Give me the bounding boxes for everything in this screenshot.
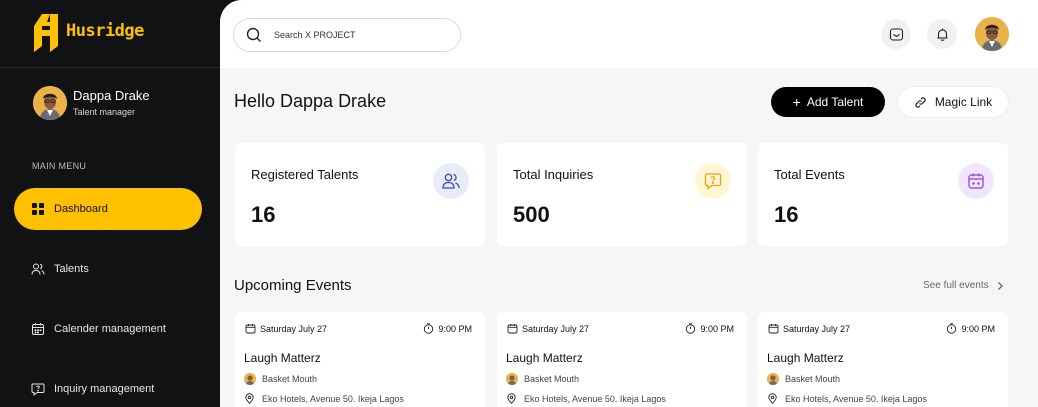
- event-date: Saturday July 27: [260, 323, 328, 334]
- sidebar-item-label: Calender management: [54, 323, 166, 335]
- page-title: Hello Dappa Drake: [234, 91, 387, 111]
- sidebar-item-calendar[interactable]: Calender management: [14, 308, 202, 350]
- section-title: Upcoming Events: [234, 277, 352, 294]
- sidebar-item-talents[interactable]: Talents: [14, 248, 202, 290]
- event-location: Eko Hotels, Avenue 50. Ikeja Lagos: [785, 393, 927, 404]
- stat-label: Registered Talents: [251, 167, 359, 182]
- location-pin-icon: [245, 393, 254, 404]
- clock-icon: [424, 323, 434, 334]
- stat-label: Total Events: [774, 167, 845, 182]
- artist-avatar: [244, 373, 256, 385]
- profile-role: Talent manager: [73, 107, 136, 117]
- calendar-icon: [768, 324, 779, 334]
- husridge-logo-icon: [34, 14, 58, 52]
- stat-card-total-events[interactable]: Total Events 16: [758, 143, 1008, 246]
- stat-card-registered-talents[interactable]: Registered Talents 16: [235, 143, 485, 246]
- user-profile[interactable]: Dappa Drake Talent manager: [33, 86, 150, 120]
- chat-question-icon: [31, 382, 45, 396]
- sidebar: Husridge Dappa Drake Talent manager MAIN…: [0, 0, 220, 407]
- clock-icon: [947, 323, 957, 334]
- brand-name: Husridge: [66, 21, 144, 41]
- sidebar-item-label: Inquiry management: [54, 383, 155, 395]
- event-date: Saturday July 27: [783, 323, 851, 334]
- avatar[interactable]: [975, 17, 1009, 51]
- brand-logo[interactable]: Husridge: [30, 12, 144, 56]
- search-icon: [246, 27, 261, 42]
- bell-icon: [937, 28, 947, 41]
- event-date: Saturday July 27: [522, 323, 590, 334]
- search-bar[interactable]: [233, 18, 461, 52]
- event-artist: Basket Mouth: [785, 374, 841, 384]
- event-artist: Basket Mouth: [262, 374, 318, 384]
- magic-link-button[interactable]: Magic Link: [897, 86, 1009, 118]
- main-content: Hello Dappa Drake + Add Talent Magic Lin…: [220, 0, 1038, 407]
- menu-heading: MAIN MENU: [32, 161, 87, 171]
- inbox-button[interactable]: [881, 19, 911, 49]
- app-frame: Husridge Dappa Drake Talent manager MAIN…: [0, 0, 1038, 407]
- sidebar-item-dashboard[interactable]: Dashboard: [14, 188, 202, 230]
- calendar-icon: [31, 322, 45, 336]
- location-pin-icon: [507, 393, 516, 404]
- link-icon: [915, 96, 926, 108]
- see-full-events-link[interactable]: See full events: [923, 280, 1005, 291]
- event-time: 9:00 PM: [961, 323, 995, 334]
- stat-card-total-inquiries[interactable]: Total Inquiries 500: [497, 143, 747, 246]
- stat-value: 16: [251, 202, 276, 227]
- stat-value: 16: [774, 202, 799, 227]
- stat-value: 500: [513, 202, 550, 227]
- event-title: Laugh Matterz: [506, 351, 583, 365]
- chevron-right-icon: [997, 281, 1003, 290]
- sidebar-item-inquiry[interactable]: Inquiry management: [14, 368, 202, 407]
- top-bar: [220, 0, 1038, 68]
- artist-avatar: [506, 373, 518, 385]
- sidebar-item-label: Dashboard: [54, 203, 108, 215]
- clock-icon: [686, 323, 696, 334]
- sidebar-divider: [0, 67, 220, 68]
- event-card[interactable]: Saturday July 27 9:00 PM Laugh Matterz B…: [497, 312, 747, 407]
- location-pin-icon: [768, 393, 777, 404]
- users-icon: [433, 163, 469, 199]
- stat-label: Total Inquiries: [513, 167, 594, 182]
- event-card[interactable]: Saturday July 27 9:00 PM Laugh Matterz B…: [758, 312, 1008, 407]
- sidebar-item-label: Talents: [54, 263, 89, 275]
- profile-name: Dappa Drake: [73, 88, 150, 103]
- calendar-icon: [958, 163, 994, 199]
- search-input[interactable]: [274, 30, 444, 40]
- avatar: [33, 86, 67, 120]
- artist-avatar: [767, 373, 779, 385]
- inbox-icon: [889, 27, 903, 41]
- calendar-icon: [245, 324, 256, 334]
- event-time: 9:00 PM: [700, 323, 734, 334]
- magic-link-label: Magic Link: [934, 95, 993, 109]
- chat-question-icon: [695, 163, 731, 199]
- event-title: Laugh Matterz: [767, 351, 844, 365]
- add-talent-label: Add Talent: [806, 95, 864, 109]
- dashboard-grid-icon: [31, 202, 45, 216]
- see-full-events-label: See full events: [923, 280, 989, 291]
- event-title: Laugh Matterz: [244, 351, 321, 365]
- event-time: 9:00 PM: [438, 323, 472, 334]
- event-card[interactable]: Saturday July 27 9:00 PM Laugh Matterz B…: [235, 312, 485, 407]
- event-location: Eko Hotels, Avenue 50. Ikeja Lagos: [524, 393, 666, 404]
- plus-icon: +: [792, 94, 801, 110]
- calendar-icon: [507, 324, 518, 334]
- notifications-button[interactable]: [927, 19, 957, 49]
- users-icon: [31, 262, 45, 276]
- event-location: Eko Hotels, Avenue 50. Ikeja Lagos: [262, 393, 404, 404]
- event-artist: Basket Mouth: [524, 374, 580, 384]
- add-talent-button[interactable]: + Add Talent: [771, 87, 885, 117]
